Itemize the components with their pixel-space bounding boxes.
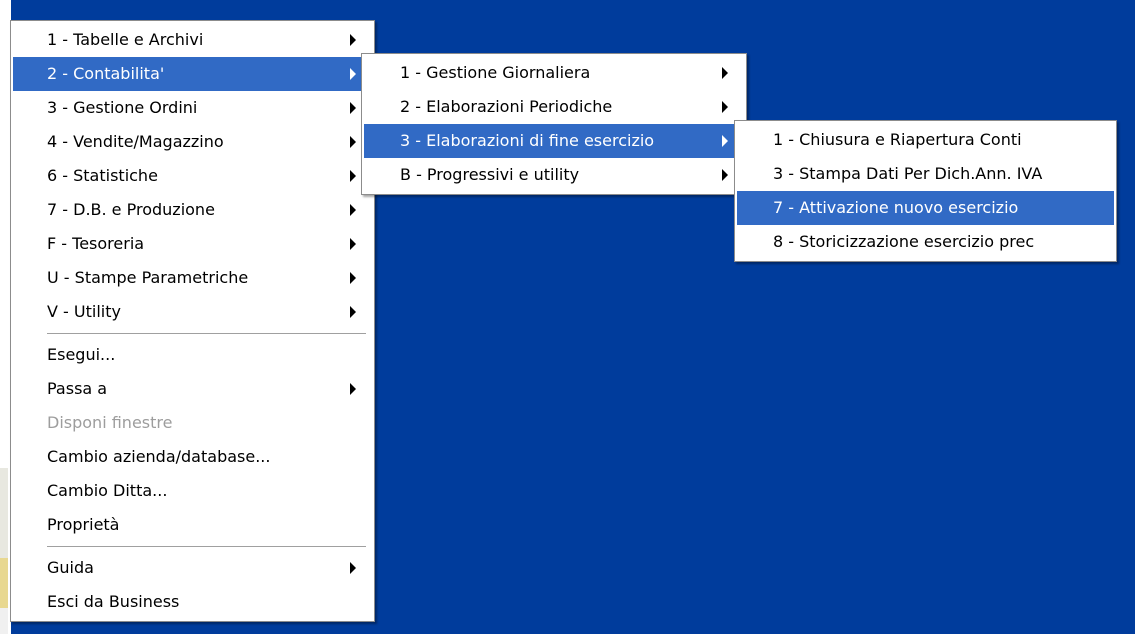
- menu-item-tesoreria[interactable]: F - Tesoreria: [13, 227, 372, 261]
- menu-item-cambio-azienda[interactable]: Cambio azienda/database...: [13, 440, 372, 474]
- menu-item-passa-a[interactable]: Passa a: [13, 372, 372, 406]
- menu-item-label: 1 - Chiusura e Riapertura Conti: [773, 130, 1022, 149]
- submenu-arrow-icon: [722, 67, 728, 79]
- menu-item-label: 7 - Attivazione nuovo esercizio: [773, 198, 1019, 217]
- menu-item-label: Disponi finestre: [47, 413, 173, 432]
- menu-item-utility[interactable]: V - Utility: [13, 295, 372, 329]
- menu-item-label: 1 - Gestione Giornaliera: [400, 63, 591, 82]
- menu-item-label: U - Stampe Parametriche: [47, 268, 249, 287]
- menu-item-gestione-ordini[interactable]: 3 - Gestione Ordini: [13, 91, 372, 125]
- menu-item-label: 8 - Storicizzazione esercizio prec: [773, 232, 1035, 251]
- menu-item-stampe-parametriche[interactable]: U - Stampe Parametriche: [13, 261, 372, 295]
- submenu-arrow-icon: [350, 102, 356, 114]
- menu-item-label: 2 - Contabilita': [47, 64, 165, 83]
- contabilita-submenu: 1 - Gestione Giornaliera 2 - Elaborazion…: [361, 53, 747, 195]
- menu-item-db-produzione[interactable]: 7 - D.B. e Produzione: [13, 193, 372, 227]
- menu-item-cambio-ditta[interactable]: Cambio Ditta...: [13, 474, 372, 508]
- menu-item-gestione-giornaliera[interactable]: 1 - Gestione Giornaliera: [364, 56, 744, 90]
- menu-item-statistiche[interactable]: 6 - Statistiche: [13, 159, 372, 193]
- menu-item-esci[interactable]: Esci da Business: [13, 585, 372, 619]
- menu-item-label: 4 - Vendite/Magazzino: [47, 132, 224, 151]
- menu-item-vendite-magazzino[interactable]: 4 - Vendite/Magazzino: [13, 125, 372, 159]
- fine-esercizio-submenu: 1 - Chiusura e Riapertura Conti 3 - Stam…: [734, 120, 1117, 262]
- menu-item-guida[interactable]: Guida: [13, 551, 372, 585]
- menu-separator: [13, 542, 372, 551]
- submenu-arrow-icon: [350, 383, 356, 395]
- menu-item-attivazione-esercizio[interactable]: 7 - Attivazione nuovo esercizio: [737, 191, 1114, 225]
- menu-item-disponi-finestre: Disponi finestre: [13, 406, 372, 440]
- menu-item-label: 3 - Stampa Dati Per Dich.Ann. IVA: [773, 164, 1043, 183]
- menu-item-label: Esegui...: [47, 345, 116, 364]
- menu-item-chiusura-riapertura[interactable]: 1 - Chiusura e Riapertura Conti: [737, 123, 1114, 157]
- submenu-arrow-icon: [350, 34, 356, 46]
- menu-item-label: Proprietà: [47, 515, 120, 534]
- menu-item-tabelle-archivi[interactable]: 1 - Tabelle e Archivi: [13, 23, 372, 57]
- submenu-arrow-icon: [350, 170, 356, 182]
- menu-item-label: 7 - D.B. e Produzione: [47, 200, 215, 219]
- menu-item-elaborazioni-fine-esercizio[interactable]: 3 - Elaborazioni di fine esercizio: [364, 124, 744, 158]
- menu-item-label: 2 - Elaborazioni Periodiche: [400, 97, 613, 116]
- submenu-arrow-icon: [722, 169, 728, 181]
- menu-item-label: Guida: [47, 558, 94, 577]
- menu-item-contabilita[interactable]: 2 - Contabilita': [13, 57, 372, 91]
- menu-item-storicizzazione[interactable]: 8 - Storicizzazione esercizio prec: [737, 225, 1114, 259]
- submenu-arrow-icon: [722, 135, 728, 147]
- menu-item-label: 3 - Elaborazioni di fine esercizio: [400, 131, 655, 150]
- menu-item-label: 3 - Gestione Ordini: [47, 98, 198, 117]
- submenu-arrow-icon: [350, 562, 356, 574]
- menu-item-label: 1 - Tabelle e Archivi: [47, 30, 204, 49]
- submenu-arrow-icon: [350, 306, 356, 318]
- submenu-arrow-icon: [350, 68, 356, 80]
- menu-separator: [13, 329, 372, 338]
- menu-item-label: Cambio Ditta...: [47, 481, 168, 500]
- submenu-arrow-icon: [350, 204, 356, 216]
- submenu-arrow-icon: [722, 101, 728, 113]
- menu-item-label: Esci da Business: [47, 592, 180, 611]
- menu-item-label: Passa a: [47, 379, 108, 398]
- menu-item-label: F - Tesoreria: [47, 234, 145, 253]
- menu-item-esegui[interactable]: Esegui...: [13, 338, 372, 372]
- submenu-arrow-icon: [350, 238, 356, 250]
- menu-item-elaborazioni-periodiche[interactable]: 2 - Elaborazioni Periodiche: [364, 90, 744, 124]
- main-menu: 1 - Tabelle e Archivi 2 - Contabilita' 3…: [10, 20, 375, 622]
- menu-item-label: 6 - Statistiche: [47, 166, 158, 185]
- menu-item-label: Cambio azienda/database...: [47, 447, 271, 466]
- menu-item-stampa-dati-iva[interactable]: 3 - Stampa Dati Per Dich.Ann. IVA: [737, 157, 1114, 191]
- submenu-arrow-icon: [350, 272, 356, 284]
- submenu-arrow-icon: [350, 136, 356, 148]
- menu-item-progressivi-utility[interactable]: B - Progressivi e utility: [364, 158, 744, 192]
- menu-item-label: V - Utility: [47, 302, 121, 321]
- menu-item-label: B - Progressivi e utility: [400, 165, 580, 184]
- menu-item-proprieta[interactable]: Proprietà: [13, 508, 372, 542]
